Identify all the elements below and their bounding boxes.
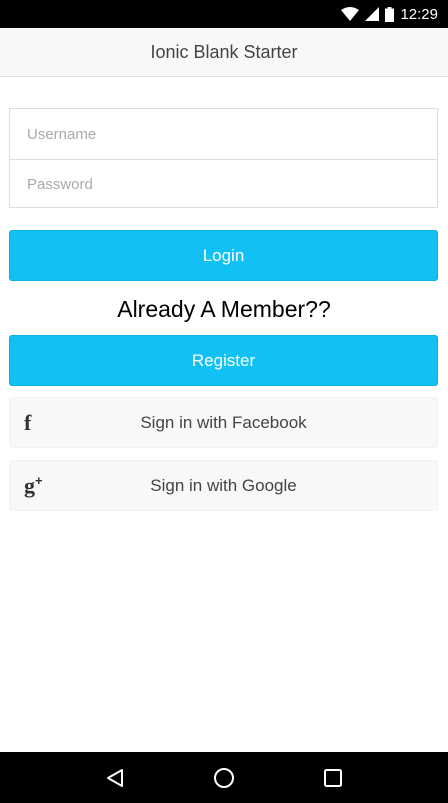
login-button[interactable]: Login xyxy=(9,230,438,281)
facebook-icon: f xyxy=(24,409,32,435)
google-plus-g: g xyxy=(24,472,35,498)
google-signin-button[interactable]: g+ Sign in with Google xyxy=(9,460,438,511)
google-signin-label: Sign in with Google xyxy=(150,475,297,495)
nav-recents-button[interactable] xyxy=(318,763,348,793)
header-bar: Ionic Blank Starter xyxy=(0,28,448,77)
facebook-signin-button[interactable]: f Sign in with Facebook xyxy=(9,397,438,448)
battery-icon xyxy=(385,6,395,22)
username-input[interactable] xyxy=(27,109,437,159)
signal-icon xyxy=(365,7,380,21)
back-icon xyxy=(106,768,123,787)
register-button[interactable]: Register xyxy=(9,335,438,386)
home-icon xyxy=(213,767,234,788)
password-input[interactable] xyxy=(27,160,437,209)
google-plus-plus: + xyxy=(35,472,43,488)
facebook-signin-label: Sign in with Facebook xyxy=(140,412,307,432)
nav-back-button[interactable] xyxy=(100,763,130,793)
status-time: 12:29 xyxy=(400,5,438,23)
already-member-text: Already A Member?? xyxy=(117,296,331,322)
username-row xyxy=(10,109,437,159)
login-button-label: Login xyxy=(202,245,245,265)
wifi-icon xyxy=(341,7,360,21)
nav-home-button[interactable] xyxy=(209,763,239,793)
password-row xyxy=(10,159,437,209)
status-bar: 12:29 xyxy=(0,0,448,28)
google-plus-icon: g+ xyxy=(24,472,43,498)
register-button-label: Register xyxy=(191,350,256,370)
login-form xyxy=(9,108,438,209)
recents-icon xyxy=(324,768,343,787)
android-nav-bar xyxy=(0,752,448,803)
page-title: Ionic Blank Starter xyxy=(150,41,298,62)
